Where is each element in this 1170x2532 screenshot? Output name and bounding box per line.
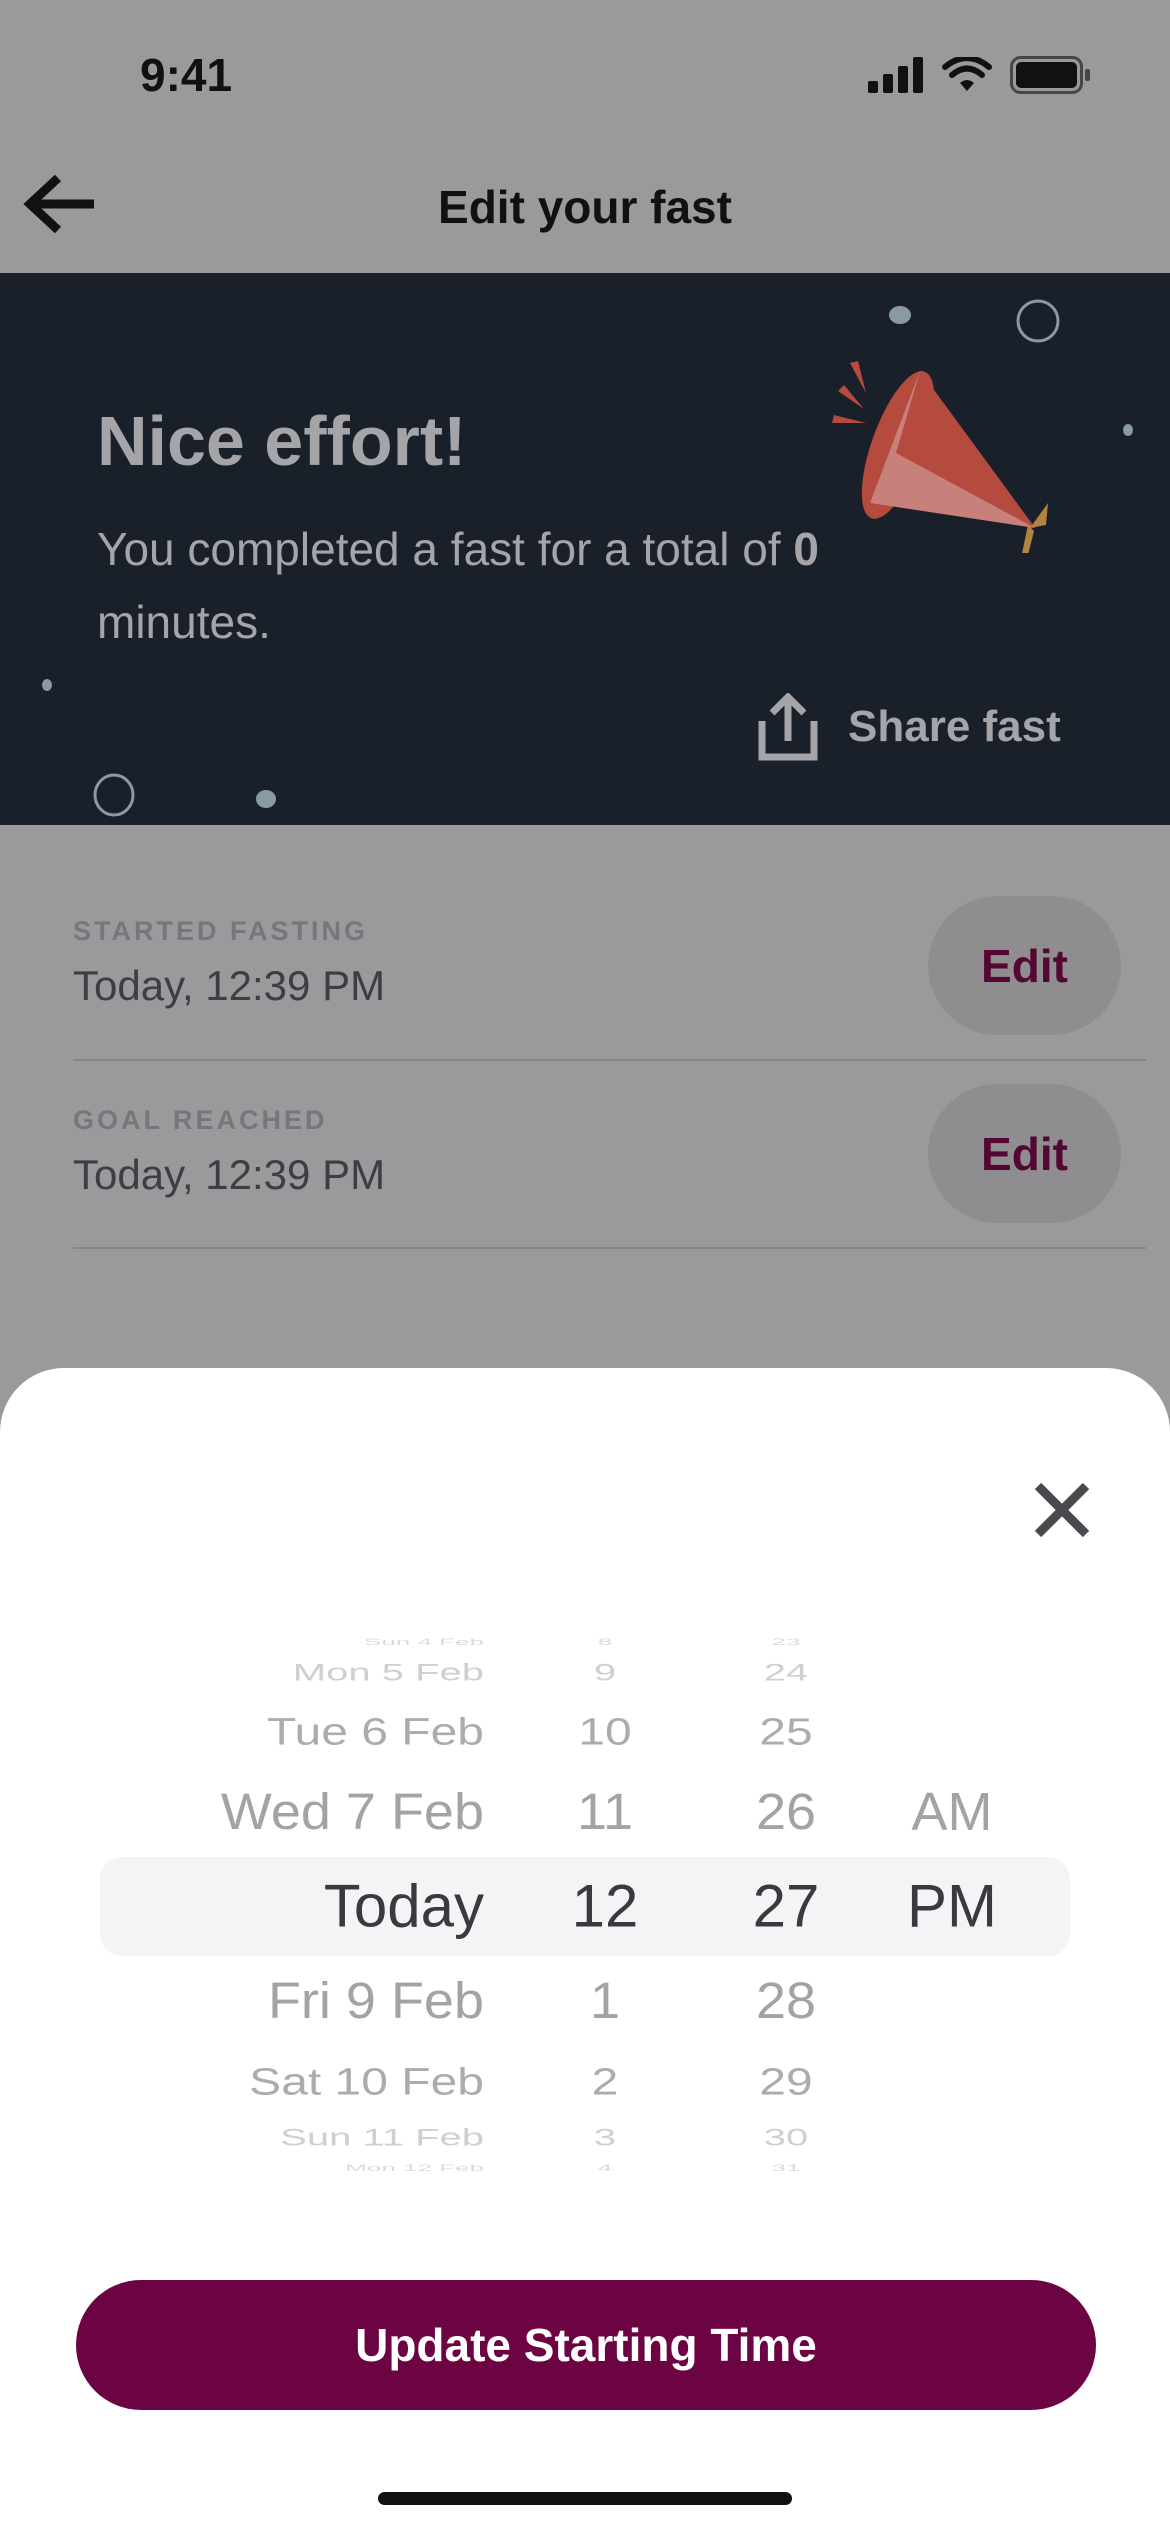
picker-hour-option[interactable]: 8 — [598, 1637, 612, 1648]
picker-minute-option[interactable]: 30 — [764, 2125, 809, 2152]
picker-hour-option[interactable]: 9 — [594, 1660, 616, 1687]
picker-minute-option[interactable]: 25 — [759, 1710, 812, 1754]
picker-hour-option[interactable]: 1 — [590, 1972, 620, 2031]
picker-hour-option[interactable]: 4 — [598, 2163, 612, 2174]
picker-date-option[interactable]: Sun 11 Feb — [280, 2125, 484, 2152]
picker-minute-option[interactable]: 26 — [756, 1783, 816, 1842]
picker-hour-option[interactable]: 3 — [594, 2125, 616, 2152]
picker-minute-option[interactable]: 23 — [772, 1637, 801, 1648]
picker-date-option[interactable]: Today — [324, 1872, 484, 1941]
picker-date-option[interactable]: Mon 5 Feb — [293, 1660, 484, 1687]
picker-ampm-option[interactable]: PM — [907, 1872, 997, 1941]
date-time-picker[interactable]: Sun 4 Feb Mon 5 Feb Tue 6 Feb Wed 7 Feb Toda… — [0, 0, 1170, 2532]
picker-minute-option[interactable]: 27 — [753, 1872, 820, 1941]
picker-minute-option[interactable]: 28 — [756, 1972, 816, 2031]
update-starting-time-button[interactable]: Update Starting Time — [76, 2280, 1096, 2410]
home-indicator — [378, 2492, 792, 2505]
picker-hour-option[interactable]: 11 — [577, 1783, 633, 1842]
picker-minute-option[interactable]: 31 — [772, 2163, 801, 2174]
picker-hour-option[interactable]: 10 — [578, 1710, 631, 1754]
picker-hour-option[interactable]: 12 — [572, 1872, 639, 1941]
picker-minute-option[interactable]: 29 — [759, 2060, 812, 2104]
picker-date-option[interactable]: Wed 7 Feb — [221, 1783, 484, 1842]
picker-hour-option[interactable]: 2 — [592, 2060, 619, 2104]
picker-minute-option[interactable]: 24 — [764, 1660, 809, 1687]
picker-date-option[interactable]: Tue 6 Feb — [267, 1710, 484, 1754]
picker-date-option[interactable]: Fri 9 Feb — [268, 1972, 484, 2031]
picker-ampm-option[interactable]: AM — [912, 1781, 993, 1843]
picker-date-option[interactable]: Sat 10 Feb — [249, 2060, 484, 2104]
picker-date-option[interactable]: Sun 4 Feb — [364, 1637, 484, 1648]
picker-date-option[interactable]: Mon 12 Feb — [345, 2163, 484, 2174]
